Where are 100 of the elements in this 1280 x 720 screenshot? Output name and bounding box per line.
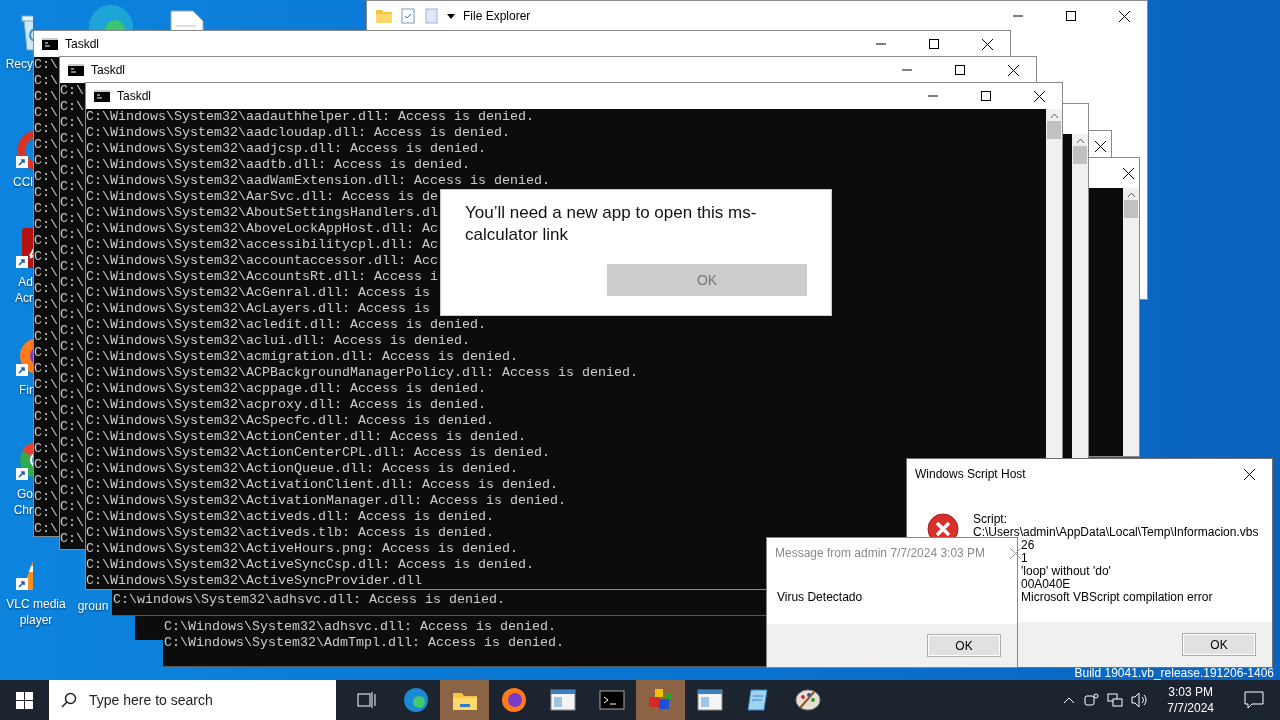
console-line: C:\ xyxy=(34,169,58,185)
console-line: C:\ xyxy=(34,73,58,89)
close-icon xyxy=(1009,547,1021,559)
clock[interactable]: 3:03 PM 7/7/2024 xyxy=(1157,684,1224,716)
scroll-up-icon[interactable] xyxy=(1049,113,1059,119)
terminal-icon[interactable] xyxy=(598,690,625,710)
scrollbar-thumb[interactable] xyxy=(1073,146,1087,164)
console-line: C:\ xyxy=(60,99,84,115)
task-view-icon[interactable] xyxy=(356,691,377,709)
scroll-up-icon[interactable] xyxy=(1075,138,1085,144)
network-icon[interactable] xyxy=(1107,692,1124,708)
firefox-icon[interactable] xyxy=(500,687,527,713)
search-icon xyxy=(61,692,77,708)
dialog-text: 'loop' without 'do' xyxy=(1021,565,1111,578)
console-line: C:\ xyxy=(34,233,58,249)
app-window-icon[interactable] xyxy=(696,689,723,711)
ok-button[interactable]: OK xyxy=(927,634,1001,657)
console-line: C:\ xyxy=(60,515,84,531)
app-window-icon[interactable] xyxy=(549,689,576,711)
browser-icon[interactable] xyxy=(402,687,429,713)
window-title: Taskdl xyxy=(65,37,100,51)
console-line: C:\Windows\System32\ActiveSyncProvider.dll xyxy=(86,573,422,589)
console-line: C:\Windows\System32\acppage.dll: Access is denied. xyxy=(86,381,486,397)
notification-icon[interactable] xyxy=(1244,691,1264,709)
console-icon xyxy=(42,38,58,50)
console-line: C:\ xyxy=(60,179,84,195)
console-line: C:\ xyxy=(60,387,84,403)
console-line: C:\ xyxy=(34,457,58,473)
console-line: C:\Windows\System32\AboutSettingsHandlers.dl xyxy=(86,205,438,221)
console-line: C:\ xyxy=(34,265,58,281)
maximize-icon xyxy=(1066,11,1076,21)
ok-button[interactable]: OK xyxy=(1182,633,1256,656)
dialog-text: 1 xyxy=(1021,552,1028,565)
console-line: C:\ xyxy=(34,409,58,425)
console-line: C:\ xyxy=(60,211,84,227)
folder-icon xyxy=(375,8,393,24)
console-line: C:\Windows\System32\acproxy.dll: Access is denied. xyxy=(86,397,486,413)
console-line: C:\Windows\System32\aadcloudap.dll: Access is denied. xyxy=(86,125,510,141)
meet-icon[interactable] xyxy=(1083,692,1100,708)
console-line: C:\Windows\System32\adhsvc.dll: Access is denied. xyxy=(164,619,556,635)
windows-logo-icon xyxy=(16,691,33,709)
console-line: C:\Windows\System32\activeds.tlb: Access is denied. xyxy=(86,525,494,541)
icon-label: player xyxy=(19,612,53,628)
icon-label: VLC media xyxy=(6,596,66,612)
chevron-up-icon[interactable] xyxy=(1063,696,1076,704)
console-line: C:\ xyxy=(34,185,58,201)
console-line: C:\Windows\System32\AcGenral.dll: Access is xyxy=(86,285,430,301)
search-field[interactable]: Type here to search xyxy=(89,680,336,720)
console-line: C:\ xyxy=(34,473,58,489)
console-line: C:\ xyxy=(34,137,58,153)
dialog-text: 00A040E xyxy=(1021,578,1071,591)
console-line: C:\ xyxy=(60,195,84,211)
console-line: C:\ xyxy=(34,297,58,313)
icon-label: Ad xyxy=(18,274,33,290)
console-line: C:\ xyxy=(34,249,58,265)
console-line: C:\Windows\System32\AdmTmpl.dll: Access is denied. xyxy=(164,635,564,651)
console-line: C:\Windows\System32\AboveLockAppHost.dll: Ac xyxy=(86,221,438,237)
scrollbar-thumb[interactable] xyxy=(1124,200,1138,218)
console-line: C:\Windows\System32\aadjcsp.dll: Access is denied. xyxy=(86,141,486,157)
window-title: Taskdl xyxy=(117,89,152,103)
properties-icon[interactable] xyxy=(400,8,416,24)
dropdown-icon[interactable] xyxy=(446,12,456,20)
search-button[interactable] xyxy=(49,680,89,720)
console-line: C:\ xyxy=(60,435,84,451)
scroll-up-icon[interactable] xyxy=(1126,192,1136,198)
console-icon xyxy=(94,90,110,102)
console-line: C:\ xyxy=(34,281,58,297)
console-line: C:\windows\System32\adhsvc.dll: Access is denied. xyxy=(113,592,505,608)
console-line: C:\Windows\System32\activeds.dll: Access is denied. xyxy=(86,509,494,525)
console-line: C:\Windows\System32\acledit.dll: Access is denied. xyxy=(86,317,486,333)
console-line: C:\ xyxy=(60,307,84,323)
console-line: C:\ xyxy=(60,483,84,499)
console-icon xyxy=(68,64,84,76)
console-line: C:\ xyxy=(34,441,58,457)
dialog-text: Script: xyxy=(973,513,1007,526)
console-line: C:\ xyxy=(60,499,84,515)
icon-label: Recy xyxy=(5,56,33,72)
console-line: C:\ xyxy=(60,227,84,243)
close-icon xyxy=(1243,468,1255,480)
console-line: C:\Windows\System32\aclui.dll: Access is denied. xyxy=(86,333,470,349)
console-line: C:\Windows\System32\AcSpecfc.dll: Access is denied. xyxy=(86,413,494,429)
console-line: C:\ xyxy=(60,467,84,483)
file-icon[interactable] xyxy=(170,10,204,30)
maximize-icon xyxy=(981,91,991,101)
console-line: C:\ xyxy=(60,115,84,131)
icon-label: groun xyxy=(77,598,109,614)
window-title: File Explorer xyxy=(463,9,532,23)
dialog-text: C:\Users\admin\AppData\Local\Temp\Informacion.vbs xyxy=(973,526,1259,539)
volume-icon[interactable] xyxy=(1131,692,1150,708)
scrollbar-thumb[interactable] xyxy=(1047,121,1061,139)
console-line: C:\Windows\System32\aadtb.dll: Access is denied. xyxy=(86,157,470,173)
window-title: Taskdl xyxy=(91,63,126,77)
console-line: C:\ xyxy=(34,153,58,169)
close-icon xyxy=(981,38,993,50)
console-line: C:\ xyxy=(34,393,58,409)
console-line: C:\ xyxy=(60,259,84,275)
console-line: C:\Windows\System32\AarSvc.dll: Access is de xyxy=(86,189,438,205)
paint-palette-icon[interactable] xyxy=(793,688,822,712)
icon-label: Acr xyxy=(15,290,33,306)
console-line: C:\Windows\System32\ActionQueue.dll: Access is denied. xyxy=(86,461,518,477)
